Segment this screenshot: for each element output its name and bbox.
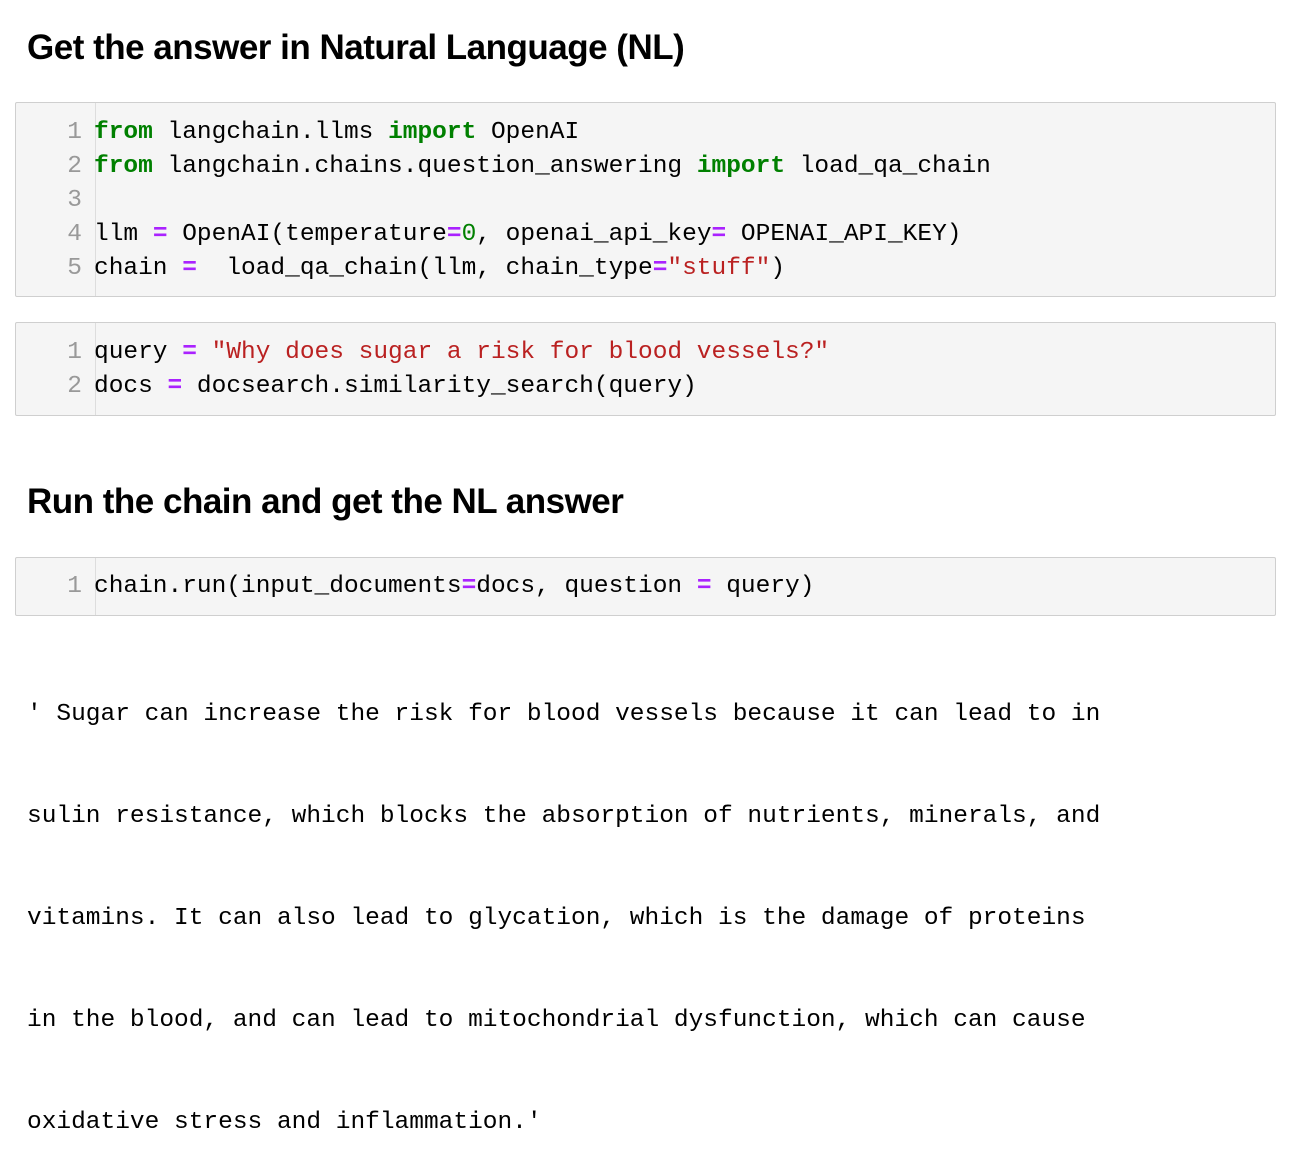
line-number: 4	[67, 221, 82, 248]
code-line: chain.run(input_documents=docs, question…	[94, 573, 815, 600]
line-number: 2	[67, 153, 82, 180]
code-line: chain = load_qa_chain(llm, chain_type="s…	[94, 255, 786, 282]
code-cell-run-chain[interactable]: 1 chain.run(input_documents=docs, questi…	[15, 557, 1276, 616]
code-line: docs = docsearch.similarity_search(query…	[94, 373, 697, 400]
section-heading-run-chain: Run the chain and get the NL answer	[27, 482, 624, 521]
code-cell-imports[interactable]: 1 from langchain.llms import OpenAI 2 fr…	[15, 102, 1276, 297]
line-number: 2	[67, 373, 82, 400]
line-number: 1	[67, 339, 82, 366]
line-number: 3	[67, 187, 82, 214]
output-line: sulin resistance, which blocks the absor…	[27, 803, 1101, 830]
output-line: oxidative stress and inflammation.'	[27, 1109, 542, 1136]
code-line: from langchain.llms import OpenAI	[94, 119, 580, 146]
code-cell-query[interactable]: 1 query = "Why does sugar a risk for blo…	[15, 322, 1276, 416]
cell-output-text: ' Sugar can increase the risk for blood …	[27, 630, 1277, 1174]
line-number: 1	[67, 573, 82, 600]
code-line: llm = OpenAI(temperature=0, openai_api_k…	[94, 221, 962, 248]
section-heading-nl-answer: Get the answer in Natural Language (NL)	[27, 28, 685, 67]
output-line: ' Sugar can increase the risk for blood …	[27, 701, 1101, 728]
output-line: vitamins. It can also lead to glycation,…	[27, 905, 1086, 932]
output-line: in the blood, and can lead to mitochondr…	[27, 1007, 1086, 1034]
code-line: from langchain.chains.question_answering…	[94, 153, 991, 180]
code-line: query = "Why does sugar a risk for blood…	[94, 339, 830, 366]
line-number: 5	[67, 255, 82, 282]
line-number: 1	[67, 119, 82, 146]
